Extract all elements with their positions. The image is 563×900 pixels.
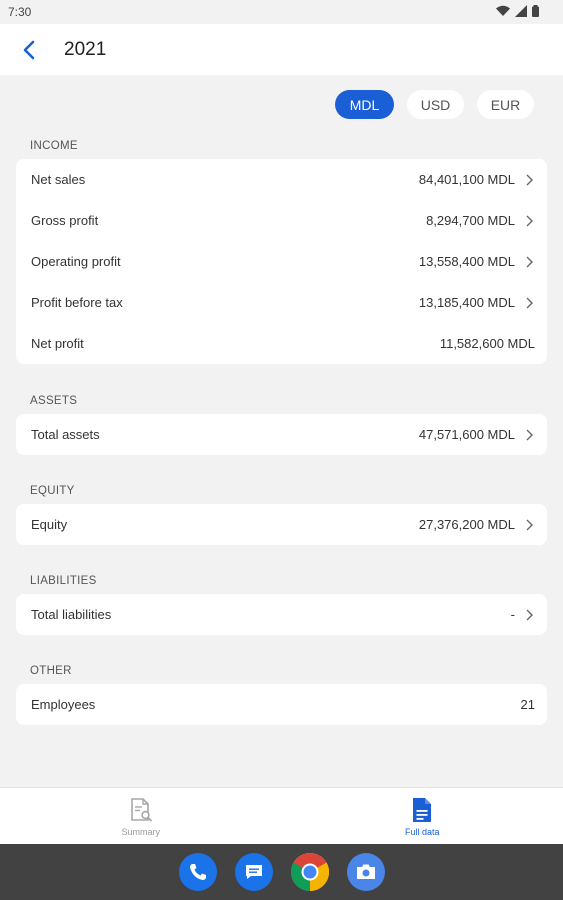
status-bar: 7:30 bbox=[0, 0, 563, 24]
chevron-right-icon bbox=[525, 296, 535, 310]
bottom-navigation: Summary Full data bbox=[0, 787, 563, 845]
signal-icon bbox=[515, 5, 527, 17]
section-label-assets: ASSETS bbox=[30, 395, 78, 407]
chevron-left-icon bbox=[23, 40, 35, 60]
wifi-icon bbox=[496, 5, 510, 16]
chrome-app-icon[interactable] bbox=[290, 853, 329, 891]
currency-mdl-button[interactable]: MDL bbox=[335, 90, 394, 119]
section-label-liabilities: LIABILITIES bbox=[30, 575, 97, 587]
row-value: 84,401,100 MDL bbox=[418, 172, 515, 187]
row-operating-profit[interactable]: Operating profit 13,558,400 MDL bbox=[16, 241, 547, 282]
chevron-right-icon bbox=[525, 214, 535, 228]
row-net-sales[interactable]: Net sales 84,401,100 MDL bbox=[16, 159, 547, 200]
nav-full-data[interactable]: Full data bbox=[282, 788, 563, 845]
assets-card: Total assets 47,571,600 MDL bbox=[16, 414, 547, 455]
currency-selector: MDL USD EUR bbox=[335, 90, 534, 119]
chevron-right-icon bbox=[525, 173, 535, 187]
section-label-equity: EQUITY bbox=[30, 485, 75, 497]
phone-app-icon[interactable] bbox=[178, 853, 217, 891]
row-label: Total liabilities bbox=[31, 607, 112, 622]
document-search-icon bbox=[130, 797, 152, 822]
document-icon bbox=[413, 797, 432, 822]
row-net-profit: Net profit 11,582,600 MDL bbox=[16, 323, 547, 364]
row-value: 47,571,600 MDL bbox=[418, 427, 515, 442]
row-value: 13,558,400 MDL bbox=[418, 254, 515, 269]
row-label: Net sales bbox=[31, 172, 86, 187]
row-label: Total assets bbox=[31, 427, 100, 442]
section-label-other: OTHER bbox=[30, 665, 72, 677]
row-label: Profit before tax bbox=[31, 295, 123, 310]
battery-icon bbox=[532, 5, 539, 17]
row-value: 11,582,600 MDL bbox=[439, 336, 535, 351]
row-label: Operating profit bbox=[31, 254, 121, 269]
equity-card: Equity 27,376,200 MDL bbox=[16, 504, 547, 545]
income-card: Net sales 84,401,100 MDL Gross profit 8,… bbox=[16, 159, 547, 364]
system-dock bbox=[0, 844, 563, 900]
chevron-right-icon bbox=[525, 428, 535, 442]
content-area[interactable]: MDL USD EUR INCOME Net sales 84,401,100 … bbox=[0, 75, 563, 787]
section-label-income: INCOME bbox=[30, 140, 78, 152]
liabilities-card: Total liabilities - bbox=[16, 594, 547, 635]
nav-summary-label: Summary bbox=[121, 826, 160, 837]
row-label: Net profit bbox=[31, 336, 84, 351]
currency-usd-button[interactable]: USD bbox=[407, 90, 464, 119]
camera-app-icon[interactable] bbox=[346, 853, 385, 891]
currency-eur-button[interactable]: EUR bbox=[477, 90, 534, 119]
row-gross-profit[interactable]: Gross profit 8,294,700 MDL bbox=[16, 200, 547, 241]
messages-app-icon[interactable] bbox=[234, 853, 273, 891]
chevron-right-icon bbox=[525, 608, 535, 622]
app-bar: 2021 bbox=[0, 24, 563, 75]
row-total-assets[interactable]: Total assets 47,571,600 MDL bbox=[16, 414, 547, 455]
chevron-right-icon bbox=[525, 518, 535, 532]
row-equity[interactable]: Equity 27,376,200 MDL bbox=[16, 504, 547, 545]
back-button[interactable] bbox=[18, 38, 42, 62]
row-employees: Employees 21 bbox=[16, 684, 547, 725]
other-card: Employees 21 bbox=[16, 684, 547, 725]
row-label: Equity bbox=[31, 517, 68, 532]
nav-summary[interactable]: Summary bbox=[0, 788, 282, 845]
chevron-right-icon bbox=[525, 255, 535, 269]
row-value: 13,185,400 MDL bbox=[418, 295, 515, 310]
row-label: Gross profit bbox=[31, 213, 99, 228]
status-icons bbox=[496, 5, 539, 17]
row-value: - bbox=[510, 607, 515, 622]
nav-full-data-label: Full data bbox=[404, 826, 440, 837]
status-time: 7:30 bbox=[8, 5, 32, 19]
row-value: 8,294,700 MDL bbox=[426, 213, 515, 228]
row-label: Employees bbox=[31, 697, 96, 712]
page-title: 2021 bbox=[64, 39, 107, 60]
row-value: 21 bbox=[520, 697, 535, 712]
row-profit-before-tax[interactable]: Profit before tax 13,185,400 MDL bbox=[16, 282, 547, 323]
row-total-liabilities[interactable]: Total liabilities - bbox=[16, 594, 547, 635]
row-value: 27,376,200 MDL bbox=[418, 517, 515, 532]
